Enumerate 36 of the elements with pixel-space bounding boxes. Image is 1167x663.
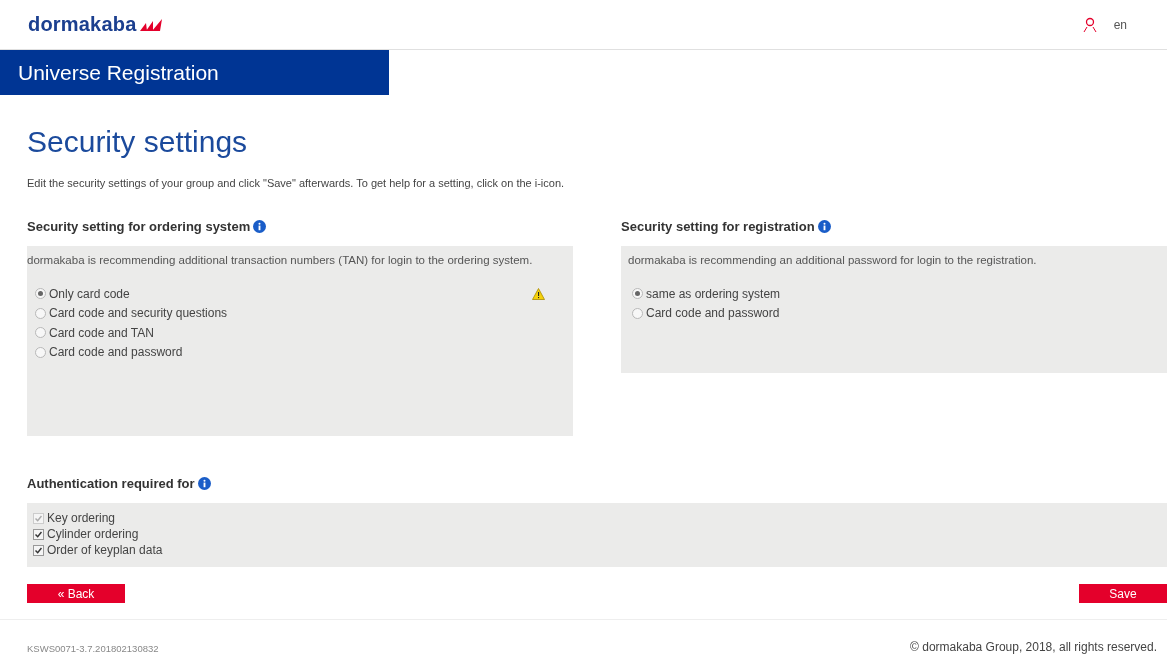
checkbox-label: Cylinder ordering [47,527,139,541]
radio-button[interactable] [35,327,46,339]
page-title: Security settings [27,125,249,159]
checkbox[interactable] [33,528,44,540]
radio-button[interactable] [35,288,46,300]
radio-button[interactable] [35,307,46,319]
option-label: Card code and security questions [49,306,229,321]
radio-button[interactable] [632,307,643,319]
option-label: Card code and password [646,306,781,321]
option-label: Only card code [49,286,131,301]
section-title-text: Security setting for ordering system [27,219,251,234]
logo-icon [139,18,162,31]
checkbox-label: Order of keyplan data [47,543,163,557]
info-icon[interactable] [817,220,831,233]
language-selector[interactable]: en [1113,17,1127,32]
copyright-text: © dormakaba Group, 2018, all rights reserved. [910,640,1157,654]
recommendation-text: dormakaba is recommending additional transaction numbers (TAN) for login to the ordering system. [27,254,534,266]
logo-text[interactable]: dormakaba [28,13,137,36]
option-label: Card code and password [49,345,184,360]
option-label: same as ordering system [646,286,782,301]
back-button[interactable]: « Back [27,584,125,603]
option-label: Card code and TAN [49,325,155,340]
info-icon[interactable] [253,220,267,233]
banner-title: Universe Registration [18,60,219,85]
radio-button[interactable] [632,288,643,300]
checkbox[interactable] [33,544,44,556]
info-icon[interactable] [197,477,211,490]
radio-button[interactable] [35,346,46,358]
recommendation-text: dormakaba is recommending an additional password for login to the registration. [627,254,1038,266]
user-icon[interactable] [1081,16,1098,33]
section-title-text: Security setting for registration [621,219,815,234]
checkbox-label: Key ordering [47,511,116,525]
section-title-text: Authentication required for [27,476,195,491]
version-text: KSWS0071-3.7.201802130832 [27,643,159,654]
save-button[interactable]: Save [1079,584,1167,603]
page-description: Edit the security settings of your group and click "Save" afterwards. To get help for a setting, click on the i-icon. [27,177,566,189]
